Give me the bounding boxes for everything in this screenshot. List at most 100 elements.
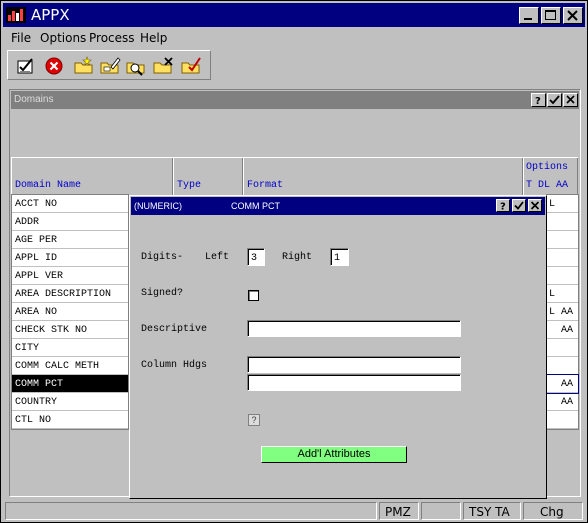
options-list-item[interactable]: L AA bbox=[547, 303, 578, 321]
left-digits-field[interactable] bbox=[247, 248, 265, 266]
close-icon bbox=[567, 10, 578, 21]
domain-name-text: CITY bbox=[15, 343, 40, 354]
menu-file[interactable]: File bbox=[11, 31, 31, 45]
domain-name-text: AREA DESCRIPTION bbox=[15, 289, 112, 300]
header-options-label: Options bbox=[526, 162, 569, 173]
folder-edit-icon[interactable] bbox=[99, 55, 121, 77]
dialog-help-button[interactable]: ? bbox=[496, 199, 510, 213]
menu-process[interactable]: Process bbox=[89, 31, 135, 45]
check-icon bbox=[514, 201, 524, 210]
domain-list-item[interactable]: CITY bbox=[12, 339, 128, 357]
title-bar[interactable]: APPX bbox=[3, 3, 585, 27]
folder-check-icon[interactable] bbox=[180, 55, 202, 77]
domain-list-item[interactable]: AGE PER bbox=[12, 231, 128, 249]
options-list-item[interactable]: AA bbox=[546, 374, 579, 394]
field-help-icon[interactable]: ? bbox=[248, 414, 260, 426]
domain-list-item[interactable]: APPL VER bbox=[12, 267, 128, 285]
status-blank bbox=[421, 502, 461, 520]
additional-attributes-button[interactable]: Add'l Attributes bbox=[261, 446, 407, 463]
signed-label: Signed? bbox=[141, 288, 184, 299]
minimize-button[interactable] bbox=[519, 7, 539, 24]
status-pmz: PMZ bbox=[379, 502, 419, 520]
descriptive-label: Descriptive bbox=[141, 324, 208, 335]
status-message bbox=[5, 502, 377, 520]
digits-label: Digits- bbox=[141, 252, 184, 263]
menu-bar: File Options Process Help bbox=[3, 28, 585, 48]
options-list-item[interactable] bbox=[547, 249, 578, 267]
domain-list-item[interactable]: ACCT NO bbox=[12, 195, 128, 213]
header-options[interactable]: Options T DL AA bbox=[523, 158, 578, 196]
header-domain-name-label: Domain Name bbox=[15, 180, 82, 191]
options-list-item[interactable] bbox=[547, 339, 578, 357]
signed-checkbox[interactable] bbox=[248, 290, 259, 301]
domain-list-item[interactable]: COMM PCT bbox=[12, 375, 128, 393]
domain-list-item[interactable]: COUNTRY bbox=[12, 393, 128, 411]
close-icon bbox=[530, 201, 540, 210]
close-icon bbox=[566, 95, 575, 104]
domain-name-text: COUNTRY bbox=[15, 397, 58, 408]
right-digits-field[interactable] bbox=[330, 248, 349, 266]
options-list-item[interactable] bbox=[547, 213, 578, 231]
panel-close-button[interactable] bbox=[563, 93, 578, 107]
domain-name-text: APPL VER bbox=[15, 271, 64, 282]
options-list-item[interactable]: L bbox=[547, 195, 578, 213]
domain-name-text: CHECK STK NO bbox=[15, 325, 88, 336]
domain-list-item[interactable]: COMM CALC METH bbox=[12, 357, 128, 375]
folder-search-icon[interactable] bbox=[125, 55, 147, 77]
options-list-item[interactable]: L bbox=[547, 285, 578, 303]
header-format[interactable]: Format bbox=[243, 158, 523, 196]
folder-delete-icon[interactable] bbox=[152, 55, 174, 77]
options-list-item[interactable] bbox=[547, 357, 578, 375]
domain-name-text: CTL NO bbox=[15, 415, 52, 426]
options-value-text: L bbox=[549, 199, 556, 210]
close-button[interactable] bbox=[563, 7, 583, 24]
options-value-text: AA bbox=[549, 379, 574, 390]
descriptive-field[interactable] bbox=[247, 320, 461, 337]
dialog-close-button[interactable] bbox=[528, 199, 542, 212]
options-list-item[interactable]: AA bbox=[547, 321, 578, 339]
column-heading-1-field[interactable] bbox=[247, 356, 461, 373]
domain-list-item[interactable]: AREA NO bbox=[12, 303, 128, 321]
domain-list-item[interactable]: CHECK STK NO bbox=[12, 321, 128, 339]
maximize-icon bbox=[545, 10, 556, 20]
panel-title-bar[interactable]: Domains ? bbox=[11, 91, 579, 109]
header-format-label: Format bbox=[247, 180, 284, 191]
status-tsy-ta: TSY TA bbox=[463, 502, 521, 520]
domain-name-text: COMM PCT bbox=[15, 379, 64, 390]
column-heading-2-field[interactable] bbox=[247, 374, 461, 391]
options-list-item[interactable] bbox=[547, 231, 578, 249]
options-list-item[interactable] bbox=[547, 411, 578, 429]
options-list-item[interactable]: AA bbox=[547, 393, 578, 411]
menu-help[interactable]: Help bbox=[140, 31, 167, 45]
domain-list-item[interactable]: ADDR bbox=[12, 213, 128, 231]
domain-name-text: ADDR bbox=[15, 217, 40, 228]
domain-list-item[interactable]: CTL NO bbox=[12, 411, 128, 429]
domain-list-item[interactable]: APPL ID bbox=[12, 249, 128, 267]
dialog-title-bar[interactable]: (NUMERIC) COMM PCT ? bbox=[131, 197, 545, 215]
header-options-sub-label: T DL AA bbox=[526, 180, 569, 191]
domain-list-item[interactable]: AREA DESCRIPTION bbox=[12, 285, 128, 303]
right-digits-label: Right bbox=[282, 252, 313, 263]
options-value-text: L AA bbox=[549, 307, 574, 318]
folder-star-icon[interactable] bbox=[73, 55, 95, 77]
panel-ok-button[interactable] bbox=[547, 93, 562, 107]
cancel-icon[interactable] bbox=[43, 55, 65, 77]
appx-logo-icon bbox=[6, 7, 26, 23]
dialog-domain-type: (NUMERIC) bbox=[134, 201, 182, 211]
panel-help-button[interactable]: ? bbox=[531, 93, 546, 107]
menu-options[interactable]: Options bbox=[40, 31, 86, 45]
app-title: APPX bbox=[31, 6, 70, 24]
header-type[interactable]: Type bbox=[173, 158, 243, 196]
options-list-item[interactable] bbox=[547, 267, 578, 285]
options-value-text: AA bbox=[549, 325, 574, 336]
svg-text:?: ? bbox=[500, 202, 506, 212]
header-type-label: Type bbox=[177, 180, 202, 191]
panel-title: Domains bbox=[14, 94, 54, 105]
maximize-button[interactable] bbox=[541, 7, 561, 24]
options-value-text: AA bbox=[549, 397, 574, 408]
checklist-icon[interactable] bbox=[15, 55, 37, 77]
help-icon: ? bbox=[500, 202, 506, 213]
options-list: L L L AA AA AA AA bbox=[546, 194, 579, 430]
dialog-ok-button[interactable] bbox=[512, 199, 526, 212]
header-domain-name[interactable]: Domain Name bbox=[11, 158, 173, 196]
